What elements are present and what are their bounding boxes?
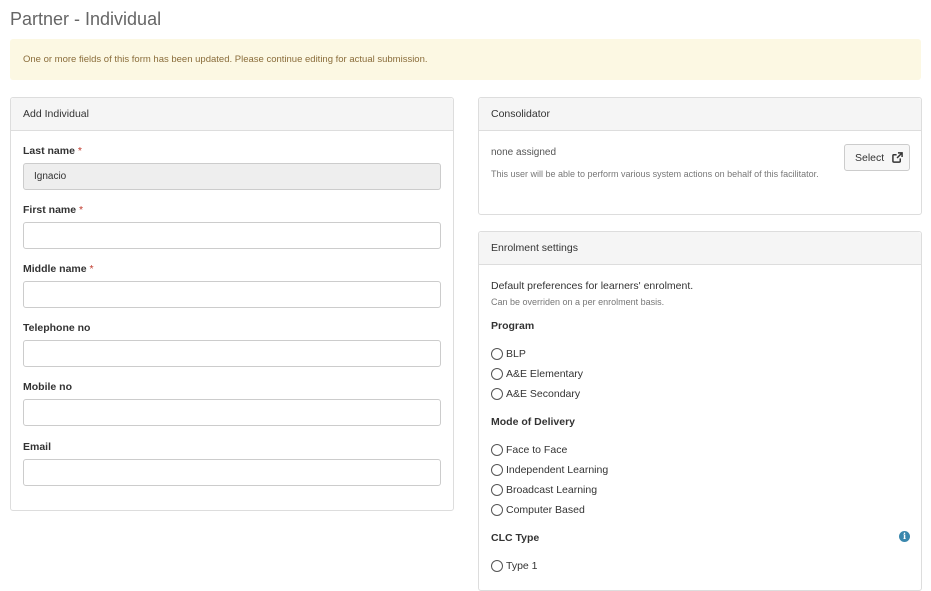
middle-name-label: Middle name * <box>23 263 94 275</box>
program-label: Program <box>491 320 535 332</box>
consolidator-panel: Consolidator none assigned This user wil… <box>478 97 922 215</box>
required-marker: * <box>77 145 82 157</box>
clc-option-type-1[interactable]: Type 1 <box>491 559 538 573</box>
email-input[interactable] <box>23 459 441 486</box>
mode-option-independent-learning[interactable]: Independent Learning <box>491 463 608 477</box>
radio-button[interactable] <box>491 504 503 516</box>
enrolment-description: Default preferences for learners' enrolm… <box>491 280 694 292</box>
last-name-input[interactable] <box>23 163 441 190</box>
middle-name-input[interactable] <box>23 281 441 308</box>
mode-of-delivery-label: Mode of Delivery <box>491 416 576 428</box>
program-option-blp[interactable]: BLP <box>491 347 526 361</box>
radio-button[interactable] <box>491 444 503 456</box>
page-title: Partner - Individual <box>10 9 162 29</box>
mode-option-computer-based[interactable]: Computer Based <box>491 503 585 517</box>
consolidator-none-text: none assigned <box>491 147 557 158</box>
email-label: Email <box>23 441 52 453</box>
enrolment-heading: Enrolment settings <box>479 232 921 265</box>
select-consolidator-button[interactable]: Select <box>844 144 910 171</box>
add-individual-panel: Add Individual Last name * First name * … <box>10 97 454 511</box>
add-individual-heading: Add Individual <box>11 98 453 131</box>
mobile-label: Mobile no <box>23 381 72 393</box>
alert-message: One or more fields of this form has been… <box>23 54 428 65</box>
radio-button[interactable] <box>491 560 503 572</box>
mobile-input[interactable] <box>23 399 441 426</box>
telephone-input[interactable] <box>23 340 441 367</box>
radio-button[interactable] <box>491 464 503 476</box>
consolidator-heading: Consolidator <box>479 98 921 131</box>
clc-type-label: CLC Type <box>491 532 540 544</box>
external-link-icon <box>892 152 903 163</box>
program-option-ae-elementary[interactable]: A&E Elementary <box>491 367 583 381</box>
info-icon[interactable]: i <box>899 531 910 542</box>
required-marker: * <box>89 263 94 275</box>
update-alert: One or more fields of this form has been… <box>10 39 921 80</box>
required-marker: * <box>79 204 84 216</box>
enrolment-sub-description: Can be overriden on a per enrolment basi… <box>491 297 665 307</box>
radio-button[interactable] <box>491 388 503 400</box>
last-name-label: Last name * <box>23 145 82 157</box>
enrolment-settings-panel: Enrolment settings Default preferences f… <box>478 231 922 591</box>
select-button-label: Select <box>855 151 885 164</box>
radio-button[interactable] <box>491 484 503 496</box>
first-name-label: First name * <box>23 204 84 216</box>
mode-option-broadcast-learning[interactable]: Broadcast Learning <box>491 483 597 497</box>
mode-option-face-to-face[interactable]: Face to Face <box>491 443 567 457</box>
first-name-input[interactable] <box>23 222 441 249</box>
consolidator-help-text: This user will be able to perform variou… <box>491 169 819 179</box>
program-option-ae-secondary[interactable]: A&E Secondary <box>491 387 580 401</box>
radio-button[interactable] <box>491 368 503 380</box>
radio-button[interactable] <box>491 348 503 360</box>
telephone-label: Telephone no <box>23 322 91 334</box>
